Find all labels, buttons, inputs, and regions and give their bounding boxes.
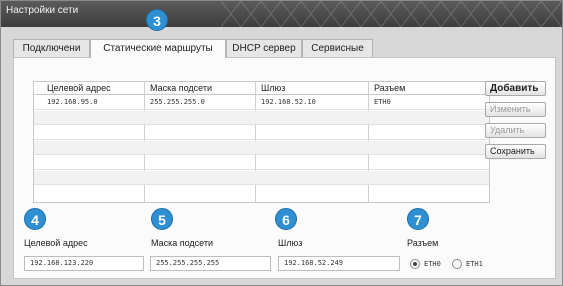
mask-input[interactable]: 255.255.255.255 [150, 256, 271, 271]
network-settings-window: Настройки сети 3 Подключени Статические … [0, 0, 563, 286]
gateway-label: Шлюз [278, 238, 303, 248]
static-routes-panel: Целевой адрес Маска подсети Шлюз Разъем … [13, 57, 556, 279]
radio-eth0-label: ETH0 [424, 260, 441, 268]
table-row-empty [34, 156, 489, 170]
cell-port: ETH0 [374, 98, 391, 106]
port-label: Разъем [407, 238, 439, 248]
table-row-empty [34, 141, 489, 155]
table-row-empty [34, 171, 489, 185]
tab-connections[interactable]: Подключени [13, 39, 90, 57]
destination-label: Целевой адрес [24, 238, 88, 248]
cell-destination: 192.168.95.0 [47, 98, 98, 106]
column-header-destination: Целевой адрес [47, 83, 111, 93]
table-row-empty [34, 186, 489, 200]
cell-gateway: 192.168.52.10 [261, 98, 316, 106]
table-row-empty [34, 126, 489, 140]
delete-button[interactable]: Удалить [485, 123, 546, 138]
table-header: Целевой адрес Маска подсети Шлюз Разъем [34, 82, 489, 95]
column-header-gateway: Шлюз [261, 83, 286, 93]
radio-eth1-label: ETH1 [466, 260, 483, 268]
decorative-pattern [221, 1, 562, 27]
gateway-input[interactable]: 192.168.52.249 [278, 256, 400, 271]
radio-selected-dot [413, 262, 417, 266]
title-bar: Настройки сети [1, 1, 562, 27]
mask-label: Маска подсети [151, 238, 214, 248]
callout-badge-7: 7 [407, 208, 429, 230]
destination-input[interactable]: 192.168.123.220 [24, 256, 144, 271]
table-row-empty [34, 111, 489, 125]
callout-badge-4: 4 [24, 208, 46, 230]
edit-button[interactable]: Изменить [485, 102, 546, 117]
callout-badge-6: 6 [275, 208, 297, 230]
cell-mask: 255.255.255.0 [150, 98, 205, 106]
radio-eth0[interactable] [410, 259, 420, 269]
radio-eth1[interactable] [452, 259, 462, 269]
window-title: Настройки сети [6, 5, 79, 16]
add-button[interactable]: Добавить [485, 81, 546, 96]
column-header-port: Разъем [374, 83, 406, 93]
tab-services[interactable]: Сервисные [302, 39, 373, 57]
callout-badge-5: 5 [151, 208, 173, 230]
tab-dhcp-server[interactable]: DHCP сервер [226, 39, 302, 57]
column-header-mask: Маска подсети [150, 83, 213, 93]
table-row[interactable]: 192.168.95.0 255.255.255.0 192.168.52.10… [34, 96, 489, 110]
tab-static-routes[interactable]: Статические маршруты [90, 39, 226, 58]
callout-badge-3: 3 [146, 9, 168, 31]
save-button[interactable]: Сохранить [485, 144, 546, 159]
routes-table: Целевой адрес Маска подсети Шлюз Разъем … [33, 81, 490, 203]
